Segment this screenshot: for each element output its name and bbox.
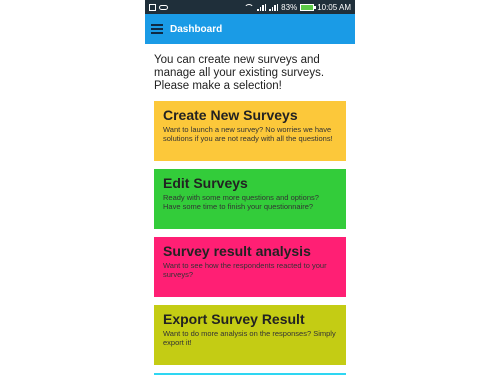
- card-description: Want to do more analysis on the response…: [163, 329, 336, 347]
- clock: 10:05 AM: [317, 2, 351, 12]
- app-bar: Dashboard: [145, 14, 355, 44]
- battery-icon: [300, 3, 317, 11]
- card-description: Ready with some more questions and optio…: [163, 193, 319, 211]
- card-title: Export Survey Result: [163, 311, 305, 327]
- battery-percent: 83%: [281, 2, 298, 12]
- card-list: Create New Surveys Want to launch a new …: [145, 101, 355, 375]
- create-surveys-card[interactable]: Create New Surveys Want to launch a new …: [154, 101, 346, 161]
- card-title: Edit Surveys: [163, 175, 248, 191]
- intro-text: You can create new surveys and manage al…: [154, 54, 325, 92]
- status-bar: 83% 10:05 AM: [145, 0, 355, 14]
- export-results-card[interactable]: Export Survey Result Want to do more ana…: [154, 305, 346, 365]
- signal-2-icon: [269, 3, 279, 11]
- phone-screen: 83% 10:05 AM Dashboard You can create ne…: [145, 0, 355, 375]
- cloud-notification-icon: [159, 4, 168, 10]
- signal-1-icon: [257, 3, 267, 11]
- card-description: Want to launch a new survey? No worries …: [163, 125, 333, 143]
- card-description: Want to see how the respondents reacted …: [163, 261, 327, 279]
- menu-icon[interactable]: [151, 24, 163, 34]
- status-bar-left: [149, 3, 168, 11]
- status-bar-right: 83% 10:05 AM: [244, 3, 351, 12]
- card-title: Create New Surveys: [163, 107, 298, 123]
- gallery-notification-icon: [149, 3, 156, 11]
- page-title: Dashboard: [170, 23, 223, 35]
- edit-surveys-card[interactable]: Edit Surveys Ready with some more questi…: [154, 169, 346, 229]
- card-title: Survey result analysis: [163, 243, 311, 259]
- wifi-icon: [244, 3, 255, 11]
- survey-analysis-card[interactable]: Survey result analysis Want to see how t…: [154, 237, 346, 297]
